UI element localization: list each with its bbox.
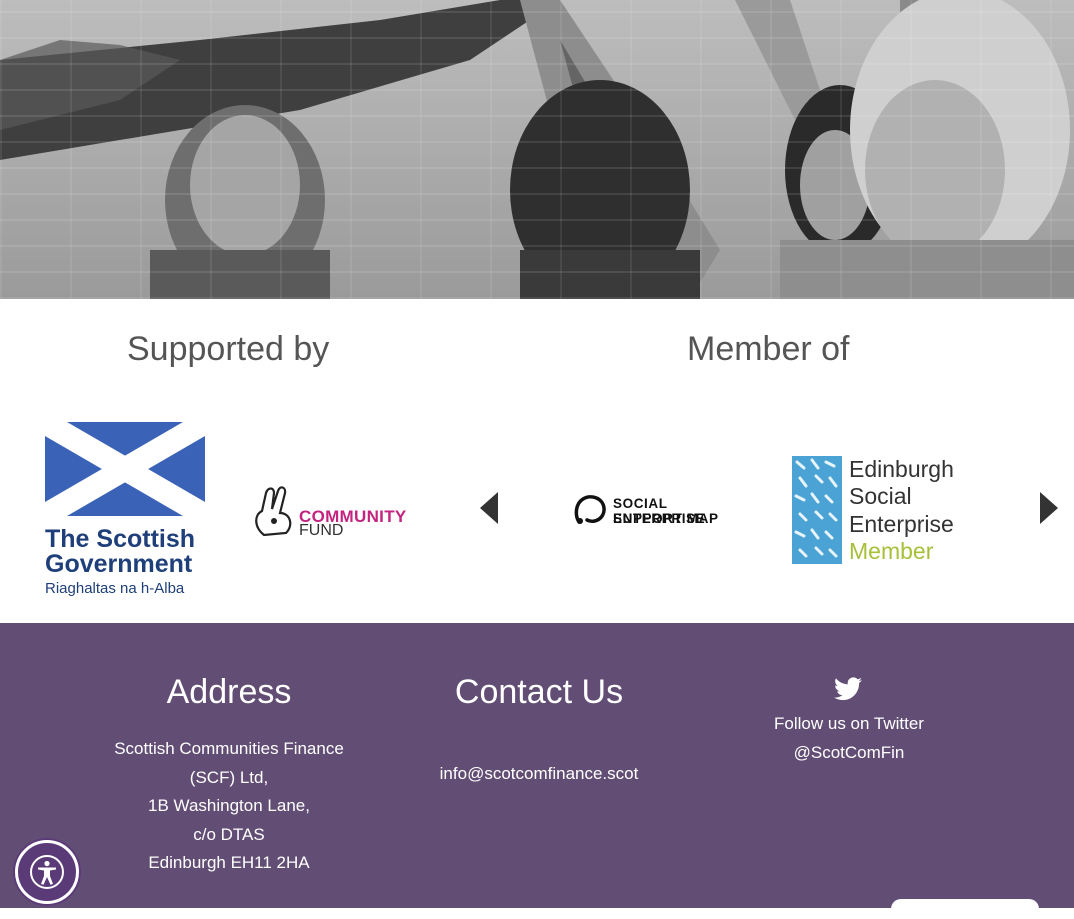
hero-image — [0, 0, 1074, 299]
accessibility-icon — [30, 855, 64, 889]
twitter-label[interactable]: Follow us on Twitter — [700, 710, 998, 739]
twitter-handle-link[interactable]: @ScotComFin — [700, 739, 998, 768]
accessibility-button[interactable] — [15, 840, 79, 904]
edinburgh-line1: Edinburgh — [849, 456, 954, 482]
scottish-gov-line2: Government — [45, 550, 193, 578]
carousel-prev-arrow-icon[interactable] — [480, 492, 498, 524]
crossed-fingers-icon — [255, 486, 292, 537]
map-pin-loop-icon — [574, 495, 606, 524]
edinburgh-social-enterprise-logo[interactable]: Edinburgh Social Enterprise Member — [792, 456, 962, 566]
scottish-government-logo[interactable]: The Scottish Government Riaghaltas na h-… — [45, 422, 207, 597]
edinburgh-line2: Social — [849, 483, 912, 509]
email-link[interactable]: info@scotcomfinance.scot — [330, 764, 748, 784]
brick-wall-background — [0, 0, 1074, 299]
scottish-gov-line1: The Scottish — [45, 525, 196, 553]
address-line: Scottish Communities Finance — [114, 739, 344, 758]
carousel-next-arrow-icon[interactable] — [1040, 492, 1058, 524]
community-fund-line2: FUND — [299, 522, 344, 539]
twitter-icon[interactable] — [834, 677, 862, 706]
contact-us-heading: Contact Us — [454, 673, 624, 711]
member-of-heading: Member of — [687, 330, 850, 368]
scottish-gov-line3: Riaghaltas na h-Alba — [45, 580, 185, 597]
community-fund-logo[interactable]: COMMUNITY FUND — [252, 485, 422, 541]
floating-tab-button[interactable] — [891, 899, 1039, 919]
saltire-flag-icon — [45, 422, 205, 516]
address-line: 1B Washington Lane, — [148, 796, 310, 815]
twitter-block: Follow us on Twitter @ScotComFin — [700, 710, 998, 767]
edinburgh-line3: Enterprise — [849, 511, 954, 537]
footer: Address Scottish Communities Finance (SC… — [0, 623, 1074, 908]
supported-by-heading: Supported by — [127, 330, 330, 368]
social-enterprise-support-map-logo[interactable]: SOCIAL ENTERPRISE SUPPORT MAP — [573, 494, 759, 528]
address-line: c/o DTAS — [193, 824, 265, 844]
confetti-pattern-icon — [792, 456, 842, 564]
edinburgh-line4: Member — [849, 538, 934, 564]
se-map-line2: SUPPORT MAP — [613, 511, 719, 526]
